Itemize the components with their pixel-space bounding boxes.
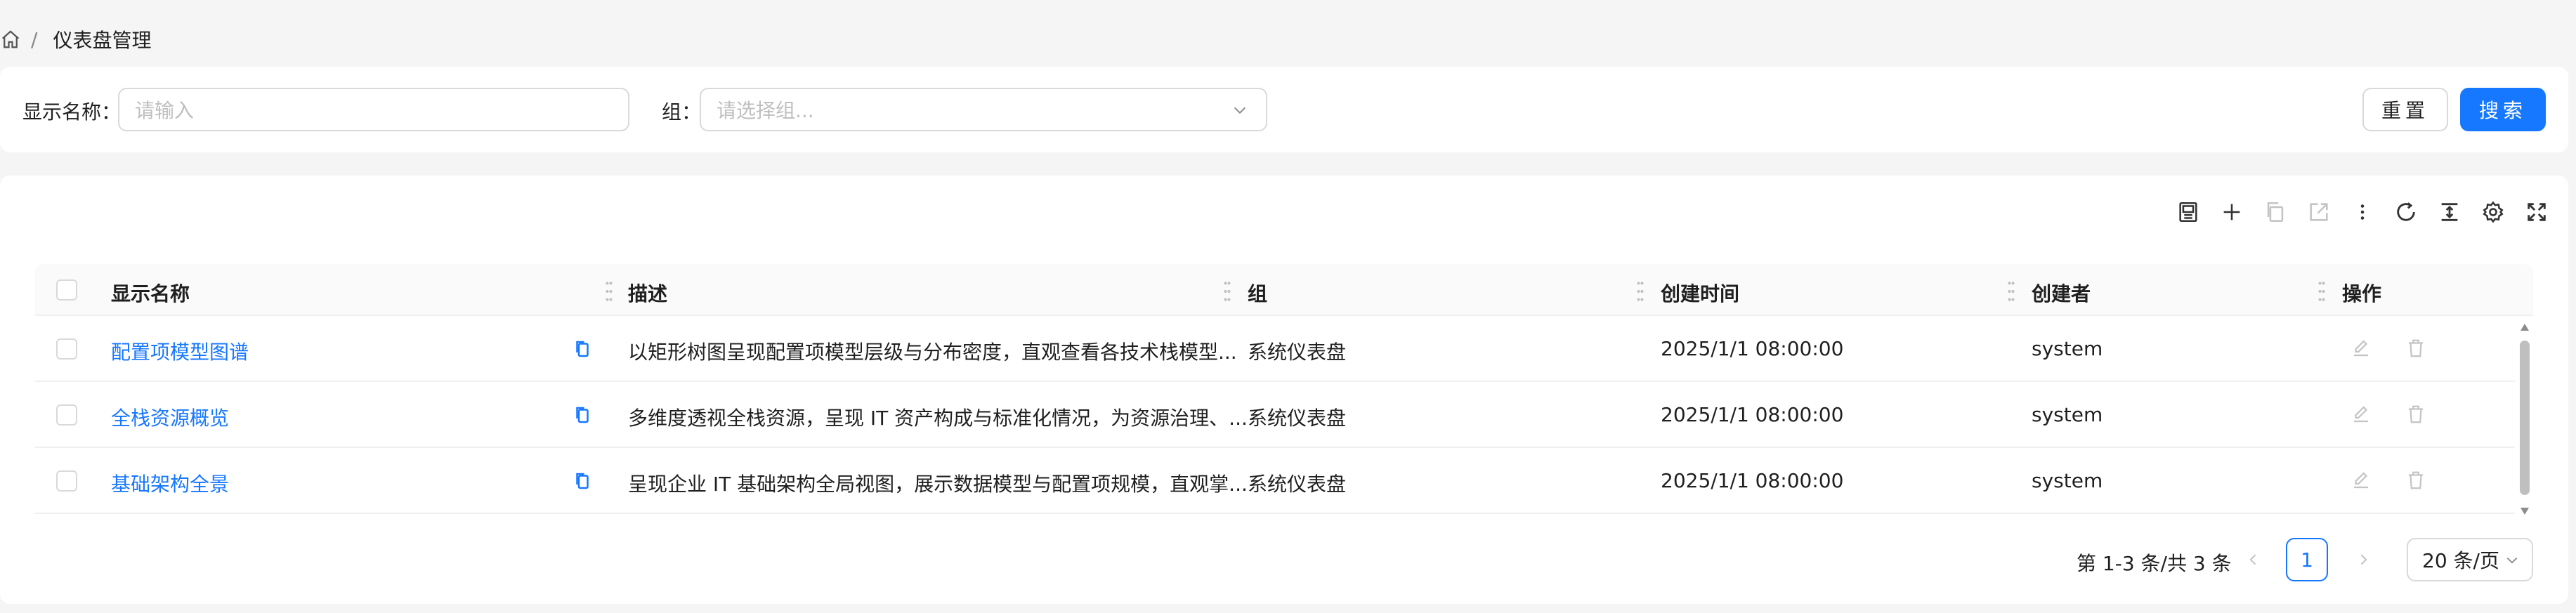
- column-header-creator[interactable]: 创建者: [2032, 279, 2091, 307]
- description-cell: 呈现企业 IT 基础架构全局视图，展示数据模型与配置项规模，直观掌...: [628, 473, 1248, 496]
- table-row: 基础架构全景 呈现企业 IT 基础架构全局视图，展示数据模型与配置项规模，直观掌…: [35, 448, 2515, 514]
- column-resize-handle[interactable]: [606, 279, 613, 303]
- column-header-group[interactable]: 组: [1248, 279, 1267, 307]
- column-resize-handle[interactable]: [1637, 279, 1644, 303]
- delete-icon: [2409, 405, 2423, 423]
- table-scrollbar[interactable]: [2518, 319, 2532, 520]
- group-cell: 系统仪表盘: [1248, 341, 1347, 364]
- prev-page-icon[interactable]: [2247, 552, 2261, 567]
- reset-button[interactable]: 重置: [2362, 88, 2448, 131]
- column-resize-handle[interactable]: [2318, 279, 2325, 303]
- chevron-down-icon: [1234, 107, 1246, 114]
- delete-icon: [2409, 471, 2423, 489]
- more-icon[interactable]: [2349, 199, 2376, 225]
- name-label: 显示名称：: [22, 100, 122, 124]
- column-header-actions: 操作: [2342, 282, 2382, 305]
- fullscreen-icon[interactable]: [2523, 199, 2550, 225]
- pagination-total-text: 第 1-3 条/共 3 条: [2077, 552, 2232, 575]
- row-checkbox[interactable]: [56, 338, 77, 360]
- search-panel: 显示名称： 请输入 组： 请选择组... 重置 搜索: [0, 67, 2568, 152]
- scroll-thumb[interactable]: [2520, 341, 2530, 495]
- group-label: 组：: [662, 100, 702, 124]
- table-panel: 显示名称 描述 组 创建时间 创建者 操作 配置项模型图谱 以矩形树图呈现配置项…: [0, 176, 2568, 604]
- dashboard-name-link[interactable]: 全栈资源概览: [111, 403, 229, 431]
- page-size-select[interactable]: 20 条/页: [2407, 538, 2533, 581]
- column-header-name[interactable]: 显示名称: [111, 279, 190, 307]
- dashboard-name-link[interactable]: 基础架构全景: [111, 469, 229, 497]
- created-time-cell: 2025/1/1 08:00:00: [1661, 337, 1844, 360]
- settings-icon[interactable]: [2480, 199, 2506, 225]
- scroll-down-icon[interactable]: [2519, 506, 2530, 516]
- copy-icon[interactable]: [572, 338, 593, 360]
- row-checkbox[interactable]: [56, 470, 77, 492]
- group-select[interactable]: 请选择组...: [700, 88, 1267, 131]
- density-icon[interactable]: [2436, 199, 2463, 225]
- edit-icon: [2354, 340, 2368, 357]
- creator-cell: system: [2032, 469, 2103, 492]
- pagination-total: 第 1-3 条/共 3 条: [2077, 541, 2232, 584]
- add-icon[interactable]: [2218, 199, 2245, 225]
- column-header-desc[interactable]: 描述: [628, 279, 667, 307]
- copy-icon[interactable]: [572, 470, 593, 492]
- search-button[interactable]: 搜索: [2460, 88, 2546, 131]
- copy-icon: [2262, 199, 2289, 225]
- group-cell: 系统仪表盘: [1248, 473, 1347, 496]
- page-1-button[interactable]: 1: [2286, 538, 2328, 581]
- column-resize-handle[interactable]: [1224, 279, 1231, 303]
- home-icon[interactable]: [0, 29, 21, 50]
- name-input[interactable]: 请输入: [118, 88, 629, 131]
- name-input-placeholder: 请输入: [135, 99, 195, 122]
- breadcrumb-current: 仪表盘管理: [53, 29, 152, 52]
- column-resize-handle[interactable]: [2008, 279, 2015, 303]
- table-header: 显示名称 描述 组 创建时间 创建者 操作: [35, 264, 2533, 316]
- page-size-value: 20 条/页: [2422, 549, 2499, 572]
- edit-icon: [2354, 406, 2368, 423]
- select-all-checkbox[interactable]: [56, 279, 77, 301]
- table-toolbar: [2158, 191, 2550, 233]
- edit-icon: [2354, 472, 2368, 489]
- group-select-placeholder: 请选择组...: [717, 99, 814, 122]
- creator-cell: system: [2032, 403, 2103, 426]
- delete-icon: [2409, 339, 2423, 357]
- group-cell: 系统仪表盘: [1248, 407, 1347, 430]
- created-time-cell: 2025/1/1 08:00:00: [1661, 403, 1844, 426]
- reload-icon[interactable]: [2393, 199, 2419, 225]
- table-row: 全栈资源概览 多维度透视全栈资源，呈现 IT 资产构成与标准化情况，为资源治理、…: [35, 382, 2515, 448]
- description-cell: 多维度透视全栈资源，呈现 IT 资产构成与标准化情况，为资源治理、...: [628, 407, 1248, 430]
- creator-cell: system: [2032, 337, 2103, 360]
- breadcrumb-separator: /: [31, 27, 38, 51]
- table-row: 配置项模型图谱 以矩形树图呈现配置项模型层级与分布密度，直观查看各技术栈模型..…: [35, 316, 2515, 382]
- dashboard-name-link[interactable]: 配置项模型图谱: [111, 337, 249, 365]
- scroll-up-icon[interactable]: [2519, 322, 2530, 332]
- column-header-created[interactable]: 创建时间: [1661, 279, 1739, 307]
- row-checkbox[interactable]: [56, 404, 77, 426]
- created-time-cell: 2025/1/1 08:00:00: [1661, 469, 1844, 492]
- description-cell: 以矩形树图呈现配置项模型层级与分布密度，直观查看各技术栈模型...: [628, 341, 1237, 364]
- chevron-down-icon: [2506, 558, 2518, 564]
- export-icon: [2306, 199, 2332, 225]
- breadcrumb: / 仪表盘管理: [0, 20, 151, 59]
- import-icon[interactable]: [2175, 199, 2202, 225]
- next-page-icon[interactable]: [2356, 552, 2370, 567]
- copy-icon[interactable]: [572, 404, 593, 426]
